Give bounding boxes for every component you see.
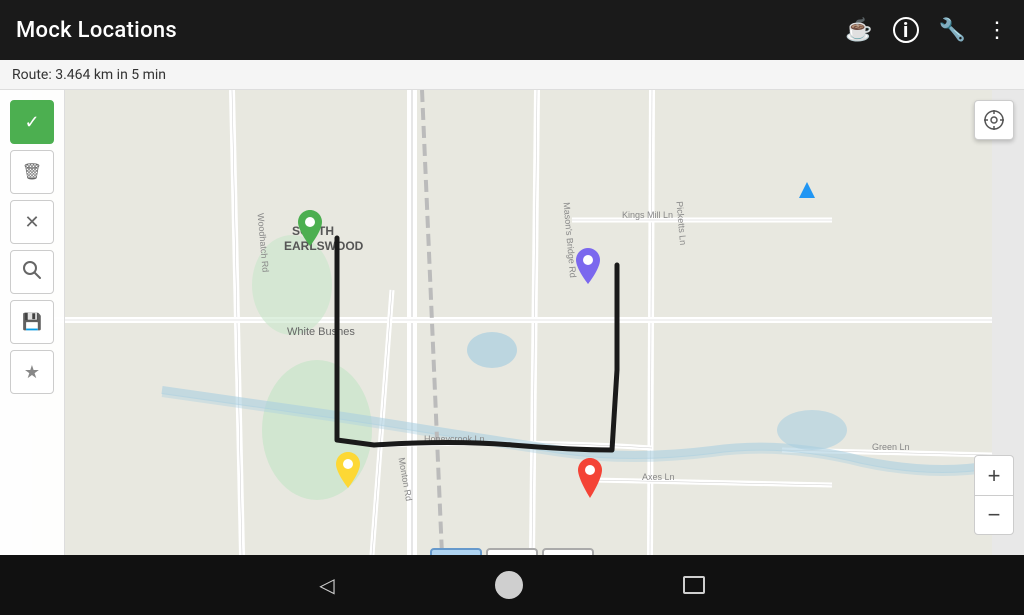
top-bar: Mock Locations ☕ i 🔧 ⋮	[0, 0, 1024, 60]
coffee-icon[interactable]: ☕	[845, 18, 872, 43]
back-button[interactable]: ◁	[319, 573, 334, 597]
route-text: Route: 3.464 km in 5 min	[12, 67, 166, 83]
save-button[interactable]: 💾	[10, 300, 54, 344]
search-icon	[22, 260, 42, 285]
zoom-controls: + −	[974, 455, 1014, 535]
check-button[interactable]: ✓	[10, 100, 54, 144]
trash-icon: 🗑	[22, 162, 42, 182]
left-toolbar: ✓ 🗑 ✕ 💾 ★	[0, 90, 65, 555]
wrench-icon[interactable]: 🔧	[939, 18, 966, 43]
yellow-pin[interactable]	[336, 452, 360, 492]
zoom-out-icon: −	[988, 502, 1001, 528]
delete-button[interactable]: 🗑	[10, 150, 54, 194]
svg-text:EARLSWOOD: EARLSWOOD	[284, 239, 364, 253]
system-bar: ◁ ○	[0, 555, 1024, 615]
gps-icon	[983, 109, 1005, 131]
top-actions: ☕ i 🔧 ⋮	[845, 17, 1008, 43]
recents-button[interactable]	[683, 576, 705, 594]
route-bar: Route: 3.464 km in 5 min	[0, 60, 1024, 90]
save-icon: 💾	[22, 312, 42, 332]
svg-text:Axes Ln: Axes Ln	[642, 472, 675, 482]
search-button[interactable]	[10, 250, 54, 294]
check-icon: ✓	[24, 112, 39, 133]
clear-button[interactable]: ✕	[10, 200, 54, 244]
app-title: Mock Locations	[16, 18, 177, 43]
purple-pin[interactable]	[576, 248, 600, 288]
svg-text:Green Ln: Green Ln	[872, 442, 910, 452]
red-pin[interactable]	[578, 458, 602, 502]
zoom-out-button[interactable]: −	[974, 495, 1014, 535]
zoom-in-button[interactable]: +	[974, 455, 1014, 495]
close-icon: ✕	[24, 212, 39, 233]
star-icon: ★	[24, 362, 40, 383]
favorites-button[interactable]: ★	[10, 350, 54, 394]
map-area[interactable]: SOUTH EARLSWOOD White Bushes Salfords Wo…	[0, 90, 1024, 555]
info-icon[interactable]: i	[893, 17, 919, 43]
right-controls	[974, 100, 1014, 140]
home-button[interactable]: ○	[495, 571, 523, 599]
map-background: SOUTH EARLSWOOD White Bushes Salfords Wo…	[0, 90, 1024, 555]
zoom-in-icon: +	[988, 463, 1001, 489]
green-pin[interactable]	[298, 210, 322, 250]
more-icon[interactable]: ⋮	[986, 18, 1008, 43]
gps-button[interactable]	[974, 100, 1014, 140]
svg-text:Kings Mill Ln: Kings Mill Ln	[622, 210, 673, 220]
svg-text:White Bushes: White Bushes	[287, 326, 355, 338]
